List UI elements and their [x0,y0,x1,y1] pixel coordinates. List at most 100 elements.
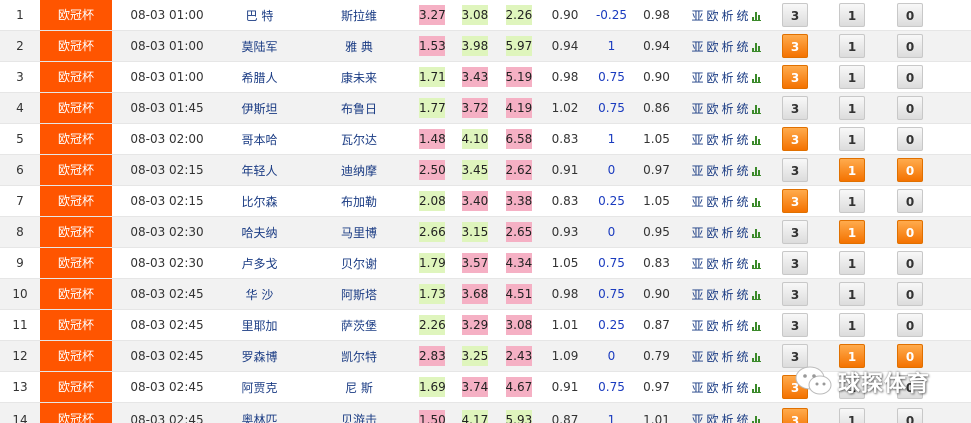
asian-odds-link[interactable]: 亚 [691,257,703,271]
home-team[interactable]: 比尔森 [212,185,307,217]
pick-draw-button[interactable]: 1 [839,96,865,120]
euro-odds-link[interactable]: 欧 [706,71,718,85]
pick-home-button[interactable]: 3 [782,189,808,213]
bar-chart-icon[interactable] [751,321,761,331]
bar-chart-icon[interactable] [751,259,761,269]
euro-odds-link[interactable]: 欧 [706,288,718,302]
home-team[interactable]: 奥林匹 [212,402,307,423]
pick-away-button[interactable]: 0 [897,282,923,306]
pick-home-button[interactable]: 3 [782,158,808,182]
analysis-link[interactable]: 析 [722,413,734,423]
pick-home-button[interactable]: 3 [782,127,808,151]
pick-draw-button[interactable]: 1 [839,251,865,275]
table-row[interactable]: 10 欧冠杯 08-03 02:45 华 沙阿斯塔 1.73 3.68 4.51 0.98 0.… [0,278,971,310]
stats-link[interactable]: 统 [737,40,749,54]
away-team[interactable]: 马里博 [307,216,411,248]
stats-link[interactable]: 统 [737,164,749,178]
pick-draw-button[interactable]: 1 [839,407,865,423]
stats-link[interactable]: 统 [737,133,749,147]
pick-draw-button[interactable]: 1 [839,282,865,306]
stats-link[interactable]: 统 [737,319,749,333]
asian-odds-link[interactable]: 亚 [691,288,703,302]
league-badge[interactable]: 欧冠杯 [40,186,112,216]
away-team[interactable]: 瓦尔达 [307,123,411,155]
stats-link[interactable]: 统 [737,102,749,116]
asian-odds-link[interactable]: 亚 [691,381,703,395]
pick-draw-button[interactable]: 1 [839,65,865,89]
stats-link[interactable]: 统 [737,288,749,302]
bar-chart-icon[interactable] [751,228,761,238]
league-badge[interactable]: 欧冠杯 [40,403,112,423]
bar-chart-icon[interactable] [751,11,761,21]
analysis-link[interactable]: 析 [722,102,734,116]
bar-chart-icon[interactable] [751,42,761,52]
home-team[interactable]: 巴 特 [212,0,307,31]
home-team[interactable]: 哈夫纳 [212,216,307,248]
analysis-link[interactable]: 析 [722,195,734,209]
asian-odds-link[interactable]: 亚 [691,195,703,209]
home-team[interactable]: 罗森博 [212,340,307,372]
analysis-link[interactable]: 析 [722,350,734,364]
euro-odds-link[interactable]: 欧 [706,164,718,178]
euro-odds-link[interactable]: 欧 [706,381,718,395]
away-team[interactable]: 贝游击 [307,402,411,423]
bar-chart-icon[interactable] [751,104,761,114]
away-team[interactable]: 阿斯塔 [307,278,411,310]
home-team[interactable]: 卢多戈 [212,247,307,279]
league-badge[interactable]: 欧冠杯 [40,248,112,278]
analysis-link[interactable]: 析 [722,9,734,23]
pick-away-button[interactable]: 0 [897,3,923,27]
pick-draw-button[interactable]: 1 [839,127,865,151]
away-team[interactable]: 萨茨堡 [307,309,411,341]
euro-odds-link[interactable]: 欧 [706,413,718,423]
asian-odds-link[interactable]: 亚 [691,164,703,178]
asian-odds-link[interactable]: 亚 [691,102,703,116]
pick-home-button[interactable]: 3 [782,282,808,306]
asian-odds-link[interactable]: 亚 [691,133,703,147]
pick-home-button[interactable]: 3 [782,251,808,275]
table-row[interactable]: 8 欧冠杯 08-03 02:30 哈夫纳 马里博 2.66 3.15 2.65 0.93 0 0.… [0,216,971,248]
table-row[interactable]: 6 欧冠杯 08-03 02:15 年轻人 迪纳摩 2.50 3.45 2.62 0.91 0 0.… [0,154,971,186]
table-row[interactable]: 7 欧冠杯 08-03 02:15 比尔森 布加勒 2.08 3.40 3.38 0.83 0.2… [0,185,971,217]
table-row[interactable]: 4 欧冠杯 08-03 01:45 伊斯坦 布鲁日 1.77 3.72 4.19 1.02 0.7… [0,92,971,124]
league-badge[interactable]: 欧冠杯 [40,279,112,309]
pick-away-button[interactable]: 0 [897,127,923,151]
analysis-link[interactable]: 析 [722,164,734,178]
stats-link[interactable]: 统 [737,350,749,364]
pick-home-button[interactable]: 3 [782,96,808,120]
asian-odds-link[interactable]: 亚 [691,9,703,23]
away-team[interactable]: 尼 斯 [307,371,411,403]
away-team[interactable]: 康未来 [307,61,411,93]
euro-odds-link[interactable]: 欧 [706,9,718,23]
away-team[interactable]: 凯尔特 [307,340,411,372]
home-team[interactable]: 阿贾克 [212,371,307,403]
analysis-link[interactable]: 析 [722,381,734,395]
euro-odds-link[interactable]: 欧 [706,257,718,271]
league-badge[interactable]: 欧冠杯 [40,124,112,154]
stats-link[interactable]: 统 [737,413,749,423]
asian-odds-link[interactable]: 亚 [691,413,703,423]
league-badge[interactable]: 欧冠杯 [40,31,112,61]
table-row[interactable]: 9 欧冠杯 08-03 02:30 卢多戈 贝尔谢 1.79 3.57 4.34 1.05 0.7… [0,247,971,279]
analysis-link[interactable]: 析 [722,133,734,147]
pick-away-button[interactable]: 0 [897,158,923,182]
analysis-link[interactable]: 析 [722,319,734,333]
euro-odds-link[interactable]: 欧 [706,40,718,54]
away-team[interactable]: 贝尔谢 [307,247,411,279]
asian-odds-link[interactable]: 亚 [691,40,703,54]
asian-odds-link[interactable]: 亚 [691,226,703,240]
league-badge[interactable]: 欧冠杯 [40,217,112,247]
euro-odds-link[interactable]: 欧 [706,319,718,333]
pick-away-button[interactable]: 0 [897,251,923,275]
analysis-link[interactable]: 析 [722,71,734,85]
pick-home-button[interactable]: 3 [782,34,808,58]
analysis-link[interactable]: 析 [722,257,734,271]
bar-chart-icon[interactable] [751,383,761,393]
league-badge[interactable]: 欧冠杯 [40,62,112,92]
table-row[interactable]: 1 欧冠杯 08-03 01:00 巴 特斯拉维 3.27 3.08 2.26 0.90 -0.… [0,0,971,31]
pick-away-button[interactable]: 0 [897,65,923,89]
stats-link[interactable]: 统 [737,381,749,395]
home-team[interactable]: 莫陆军 [212,30,307,62]
euro-odds-link[interactable]: 欧 [706,102,718,116]
away-team[interactable]: 布鲁日 [307,92,411,124]
